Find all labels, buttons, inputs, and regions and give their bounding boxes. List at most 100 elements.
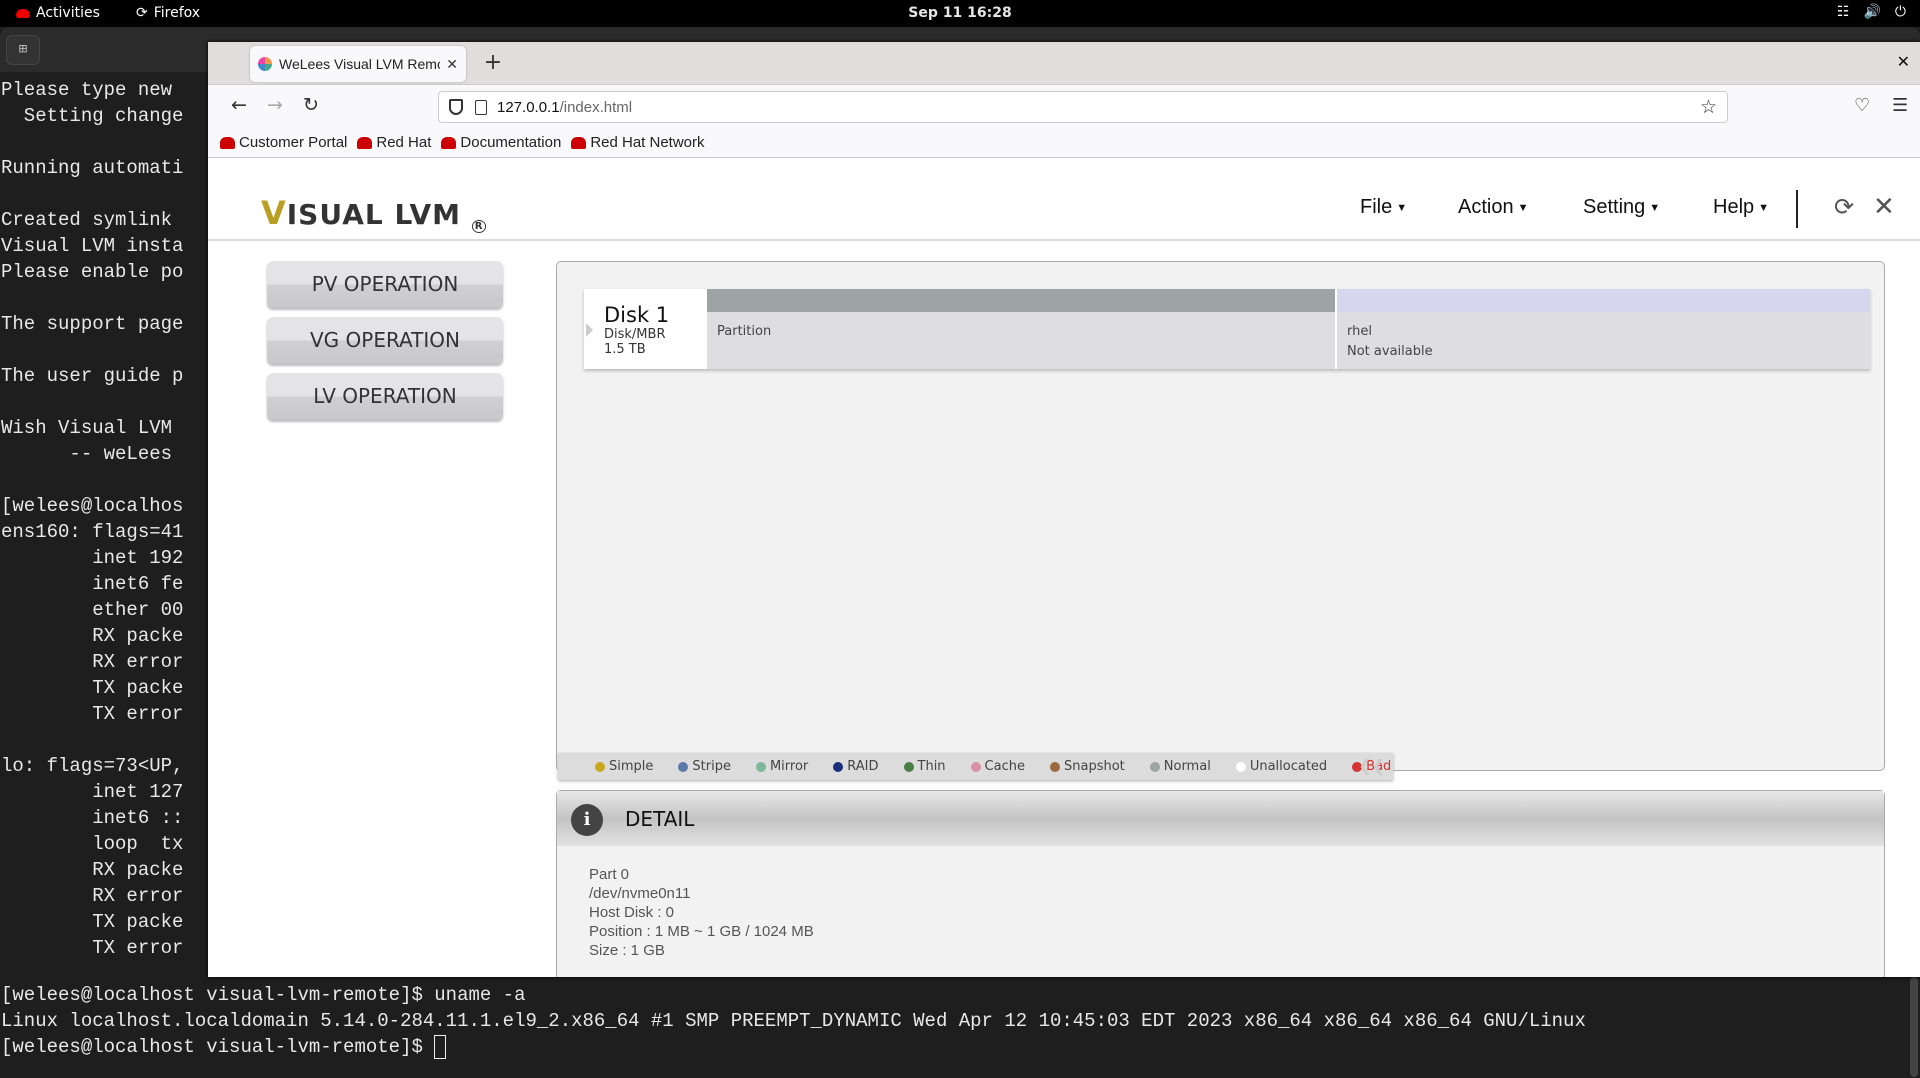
terminal-line: TX packe: [1, 911, 184, 933]
legend-dot-icon: [970, 761, 981, 772]
shield-icon[interactable]: [449, 99, 463, 115]
pocket-icon[interactable]: ♡: [1854, 95, 1870, 116]
url-host: 127.0.0.1: [497, 98, 560, 116]
network-icon[interactable]: ☷: [1837, 4, 1850, 20]
app-label: Firefox: [153, 5, 201, 21]
detail-line: Part 0: [589, 866, 630, 883]
back-icon[interactable]: ←: [226, 94, 252, 116]
disk-size: 1.5 TB: [604, 342, 646, 357]
disk-segment[interactable]: rhel Not available: [1335, 289, 1870, 369]
activities-button[interactable]: Activities: [16, 5, 100, 21]
pv-operation-button[interactable]: PV OPERATION: [267, 261, 503, 308]
terminal-line: -- weLees: [1, 443, 173, 465]
disk-segment[interactable]: Partition: [707, 289, 1335, 369]
detail-line: /dev/nvme0n11: [589, 885, 691, 902]
close-icon[interactable]: ✕: [1873, 192, 1895, 222]
caret-down-icon: ▼: [1517, 201, 1529, 214]
terminal-line: [welees@localhost visual-lvm-remote]$ un…: [1, 984, 526, 1006]
segment-status: Not available: [1347, 344, 1433, 359]
bookmark-documentation[interactable]: Documentation: [441, 134, 561, 151]
bookmarks-toolbar: Customer Portal Red Hat Documentation Re…: [208, 128, 1920, 158]
menu-label: Setting: [1583, 196, 1646, 218]
redhat-icon: [441, 136, 457, 149]
detail-title: DETAIL: [625, 807, 695, 831]
menu-help[interactable]: Help ▼: [1713, 196, 1769, 219]
bookmark-label: Red Hat Network: [590, 134, 705, 151]
caret-down-icon: ▼: [1396, 201, 1408, 214]
terminal-line: TX packe: [1, 677, 184, 699]
terminal-cursor: [434, 1034, 447, 1059]
terminal-line: loop tx: [1, 833, 184, 855]
segment-color-bar: [707, 289, 1335, 312]
legend-label: Mirror: [769, 759, 809, 774]
legend-dot-icon: [595, 761, 605, 772]
vg-operation-button[interactable]: VG OPERATION: [267, 317, 503, 364]
terminal-line: Linux localhost.localdomain 5.14.0-284.1…: [1, 1010, 1586, 1032]
disk-label[interactable]: Disk 1 Disk/MBR 1.5 TB: [584, 289, 707, 369]
nav-bar: ← → ↻ 127.0.0.1/index.html ☆ ♡ ☰: [208, 84, 1920, 128]
url-bar[interactable]: 127.0.0.1/index.html ☆: [438, 91, 1728, 123]
system-tray[interactable]: ☷ 🔊 ⏻: [1837, 4, 1906, 20]
firefox-icon: ⟳: [136, 5, 148, 21]
bookmark-red-hat-network[interactable]: Red Hat Network: [571, 134, 705, 151]
terminal-line: inet 192: [1, 547, 184, 569]
legend-label: Unallocated: [1249, 759, 1328, 774]
new-tab-button[interactable]: +: [480, 50, 506, 75]
terminal-line: [welees@localhost visual-lvm-remote]$: [1, 1034, 447, 1060]
detail-line: Position : 1 MB ~ 1 GB / 1024 MB: [589, 923, 814, 940]
terminal-line: TX error: [1, 703, 184, 725]
terminal-line: inet6 fe: [1, 573, 184, 595]
close-window-icon[interactable]: ✕: [1897, 52, 1910, 71]
redhat-icon: [220, 136, 235, 149]
terminal-line: RX packe: [1, 625, 184, 647]
legend-label: Normal: [1163, 759, 1211, 774]
legend-item: Stripe: [678, 759, 731, 774]
caret-down-icon: ▼: [1649, 201, 1661, 214]
terminal-line: The user guide p: [1, 365, 184, 387]
reload-icon[interactable]: ↻: [298, 94, 324, 116]
bookmark-red-hat[interactable]: Red Hat: [357, 134, 431, 151]
legend-label: RAID: [847, 759, 879, 774]
forward-icon[interactable]: →: [262, 94, 288, 116]
menu-file[interactable]: File ▼: [1360, 196, 1407, 219]
lv-operation-button[interactable]: LV OPERATION: [267, 373, 503, 420]
info-icon: i: [571, 804, 603, 836]
activities-label: Activities: [36, 5, 100, 21]
caret-down-icon: ▼: [1758, 201, 1770, 214]
legend-dot-icon: [833, 761, 844, 772]
terminal-line: RX error: [1, 885, 184, 907]
browser-tab[interactable]: WeLees Visual LVM Remote ✕: [250, 46, 466, 82]
volume-icon[interactable]: 🔊: [1863, 4, 1880, 20]
detail-line: Host Disk : 0: [589, 904, 675, 921]
refresh-icon[interactable]: ⟳: [1834, 193, 1854, 221]
page-icon[interactable]: [475, 99, 487, 115]
redhat-icon: [357, 136, 373, 149]
terminal-line: ens160: flags=41: [1, 521, 184, 543]
menu-action[interactable]: Action ▼: [1458, 196, 1528, 219]
hamburger-menu-icon[interactable]: ☰: [1892, 95, 1908, 116]
app-header: VISUAL LVM R File ▼ Action ▼ Setting ▼ Help…: [208, 158, 1920, 241]
terminal-line: Please type new: [1, 79, 173, 101]
legend-item: RAID: [833, 759, 879, 774]
app-menu-firefox[interactable]: ⟳ Firefox: [136, 5, 200, 21]
new-terminal-tab-button[interactable]: ⊞: [6, 35, 40, 65]
terminal-line: Wish Visual LVM: [1, 417, 173, 439]
disk-row[interactable]: Disk 1 Disk/MBR 1.5 TB Partition rhel Not …: [584, 289, 1870, 369]
terminal-line: Created symlink: [1, 209, 173, 231]
collapse-legend-icon[interactable]: ❮❮: [1358, 756, 1385, 775]
firefox-window: WeLees Visual LVM Remote ✕ + ✕ ← → ↻ 127…: [208, 42, 1920, 977]
terminal-line: RX error: [1, 651, 184, 673]
clock-label[interactable]: Sep 11 16:28: [908, 5, 1011, 21]
redhat-icon: [16, 8, 30, 18]
power-icon[interactable]: ⏻: [1895, 4, 1906, 20]
bookmark-customer-portal[interactable]: Customer Portal: [220, 134, 347, 151]
segment-label: Partition: [717, 324, 772, 339]
menu-setting[interactable]: Setting ▼: [1583, 196, 1660, 219]
terminal-scrollbar[interactable]: [1910, 977, 1918, 1077]
legend-items: Simple Stripe Mirror RAID Thin Cache Snapshot N…: [595, 759, 1416, 774]
bookmark-star-icon[interactable]: ☆: [1700, 96, 1717, 119]
visual-lvm-logo: VISUAL LVM R: [261, 194, 487, 233]
terminal-line: lo: flags=73<UP,: [1, 755, 184, 777]
expand-arrow-icon[interactable]: [586, 323, 593, 337]
close-tab-icon[interactable]: ✕: [446, 56, 458, 73]
